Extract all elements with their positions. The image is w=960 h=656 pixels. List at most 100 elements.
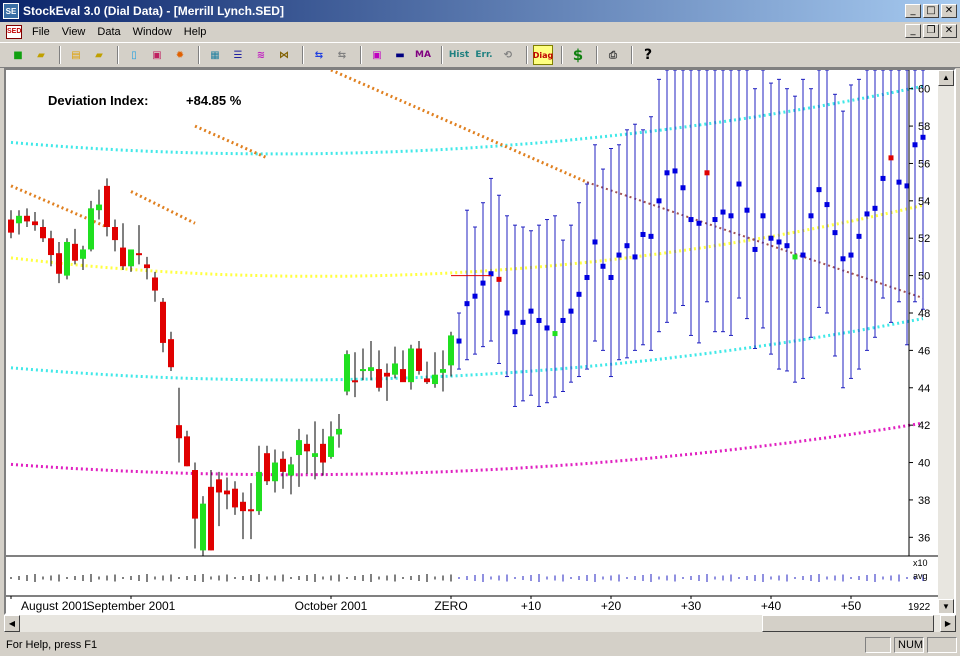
menu-view-label: View: [61, 25, 86, 38]
folder-icon[interactable]: ▰: [89, 45, 109, 65]
status-num: NUM: [894, 637, 924, 653]
projection-mark: [648, 233, 654, 239]
projection-mark: [704, 170, 710, 176]
candle-body: [232, 488, 238, 508]
projection-mark: [656, 198, 662, 204]
projection-mark: [536, 317, 542, 323]
projection-mark: [720, 209, 726, 215]
diagnostic-icon[interactable]: Diag: [533, 45, 553, 65]
menu-help[interactable]: Help: [178, 26, 213, 38]
projection-mark: [696, 220, 702, 226]
close-button[interactable]: ✕: [941, 4, 957, 18]
error-label: Err.: [475, 50, 493, 60]
scroll-thumb[interactable]: [762, 615, 934, 632]
compress-icon[interactable]: ⇆: [332, 45, 352, 65]
document-icon[interactable]: SED: [6, 24, 22, 39]
refresh-icon[interactable]: ⟲: [498, 45, 518, 65]
projection-mark: [808, 213, 814, 219]
scroll-down-button[interactable]: ▼: [938, 599, 954, 613]
child-minimize-button[interactable]: _: [905, 24, 921, 38]
projection-mark: [552, 331, 558, 337]
color-box-icon[interactable]: ▣: [367, 45, 387, 65]
save-icon[interactable]: ▣: [147, 45, 167, 65]
minimize-button[interactable]: _: [905, 4, 921, 18]
expand-icon[interactable]: ⇆: [309, 45, 329, 65]
error-icon[interactable]: Err.: [473, 45, 495, 65]
pattern-icon[interactable]: ⋈: [274, 45, 294, 65]
projection-mark: [520, 319, 526, 325]
menu-file-label: File: [32, 25, 50, 38]
projection-mark: [496, 276, 502, 282]
scroll-up-button[interactable]: ▲: [938, 70, 954, 86]
sun-icon[interactable]: ✹: [170, 45, 190, 65]
help-icon[interactable]: ?: [638, 45, 658, 65]
wave-icon[interactable]: ≋: [251, 45, 271, 65]
toolbar-separator: [631, 46, 633, 64]
projection-mark: [856, 233, 862, 239]
toolbar-separator: [59, 46, 61, 64]
menu-window[interactable]: Window: [127, 26, 178, 38]
menu-file[interactable]: File: [26, 26, 56, 38]
page-icon[interactable]: ▯: [124, 45, 144, 65]
menu-view[interactable]: View: [56, 26, 92, 38]
dollar-icon[interactable]: $: [568, 45, 588, 65]
projection-mark: [840, 256, 846, 262]
projection-mark: [920, 134, 926, 140]
scroll-left-button[interactable]: ◀: [4, 615, 20, 632]
histogram-icon[interactable]: Hist: [448, 45, 470, 65]
menu-bar: SED File View Data Window Help _ ❐ ✕: [0, 22, 960, 41]
projection-mark: [624, 243, 630, 249]
scroll-right-button[interactable]: ▶: [940, 615, 956, 632]
moving-average-icon[interactable]: MA: [413, 45, 433, 65]
toolbar-separator: [302, 46, 304, 64]
y-tick-label: 60: [918, 84, 930, 96]
candle-body: [424, 378, 430, 383]
trend-line: [130, 190, 196, 225]
projection-mark: [568, 308, 574, 314]
projection-mark: [760, 213, 766, 219]
toolbar: ■ ▰ ▤ ▰ ▯ ▣ ✹ ▦ ☰ ≋ ⋈ ⇆ ⇆ ▣ ▬ MA Hist Er…: [0, 42, 960, 68]
print-icon[interactable]: ⎙: [603, 45, 623, 65]
chart-window[interactable]: 36 38 40 42 44 46 48 50 52 54 56 58 60 x10 avg 1922 Augu…: [4, 68, 956, 615]
toolbar-separator: [441, 46, 443, 64]
new-icon[interactable]: ■: [8, 45, 28, 65]
y-tick-label: 54: [918, 196, 930, 208]
projection-mark: [736, 181, 742, 187]
deviation-index-value: +84.85 %: [186, 93, 242, 108]
lines-icon[interactable]: ☰: [228, 45, 248, 65]
projection-mark: [792, 254, 798, 260]
child-close-button[interactable]: ✕: [941, 24, 957, 38]
grid-icon[interactable]: ▦: [205, 45, 225, 65]
candle-body: [8, 219, 14, 233]
projection-mark: [816, 187, 822, 193]
horizontal-scrollbar[interactable]: ◀ ▶: [4, 615, 956, 632]
y-tick-label: 36: [918, 532, 930, 544]
candle-body: [328, 436, 334, 457]
projection-mark: [880, 175, 886, 181]
toolbar-separator: [360, 46, 362, 64]
open-icon[interactable]: ▰: [31, 45, 51, 65]
candle-body: [312, 453, 318, 457]
candle-body: [208, 486, 214, 551]
candle-body: [296, 440, 302, 456]
volume-scale-label: x10: [913, 558, 928, 568]
projection-mark: [560, 317, 566, 323]
histogram-label: Hist: [448, 50, 470, 60]
stock-chart[interactable]: 36 38 40 42 44 46 48 50 52 54 56 58 60 x10 avg 1922 Augu…: [6, 70, 938, 615]
candle-body: [160, 301, 166, 343]
projection-mark: [480, 280, 486, 286]
candle-body: [376, 369, 382, 388]
toolbar-separator: [561, 46, 563, 64]
maximize-button[interactable]: □: [923, 4, 939, 18]
candle-body: [96, 204, 102, 211]
vertical-scrollbar[interactable]: ▲ ▼: [938, 70, 954, 613]
candle-body: [72, 243, 78, 261]
projection-mark: [824, 202, 830, 208]
child-restore-button[interactable]: ❐: [923, 24, 939, 38]
x-axis-label: +40: [761, 599, 782, 613]
app-icon[interactable]: SE: [3, 3, 19, 19]
line-icon[interactable]: ▬: [390, 45, 410, 65]
menu-data[interactable]: Data: [91, 26, 126, 38]
import-icon[interactable]: ▤: [66, 45, 86, 65]
candle-body: [320, 443, 326, 463]
